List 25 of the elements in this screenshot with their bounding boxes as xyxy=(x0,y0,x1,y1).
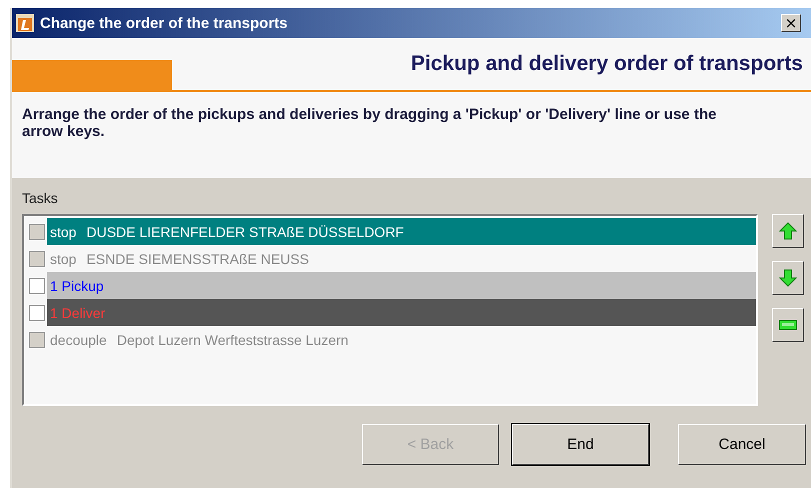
dialog-button[interactable]: Cancel xyxy=(678,424,806,465)
task-row[interactable]: 1 Pickup xyxy=(47,272,756,299)
arrow-down-icon xyxy=(778,268,798,288)
move-up-button[interactable] xyxy=(772,214,804,248)
task-action: 1 Deliver xyxy=(50,304,106,320)
checkbox[interactable] xyxy=(29,278,45,294)
task-action: 1 Pickup xyxy=(50,278,104,294)
window-title: Change the order of the transports xyxy=(40,14,288,32)
task-address: ESNDE SIEMENSSTRAßE NEUSS xyxy=(86,250,309,266)
task-address: Depot Luzern Werfteststrasse Luzern xyxy=(116,332,348,348)
tasks-label: Tasks xyxy=(22,190,59,206)
block-button[interactable] xyxy=(772,308,804,342)
app-logo-icon xyxy=(16,14,34,32)
task-action: decouple xyxy=(50,332,107,348)
arrow-up-icon xyxy=(778,221,798,241)
task-action: stop xyxy=(50,224,76,240)
close-button[interactable]: × xyxy=(781,14,801,32)
task-action: stop xyxy=(50,250,76,266)
rectangle-icon xyxy=(779,320,797,330)
move-down-button[interactable] xyxy=(772,261,804,295)
dialog-button[interactable]: End xyxy=(512,424,649,465)
task-address: DUSDE LIERENFELDER STRAßE DÜSSELDORF xyxy=(86,224,404,240)
checkbox[interactable] xyxy=(29,304,45,320)
instructions-text: Arrange the order of the pickups and deliveries by dragging a 'Pickup' or 'Delivery' line or use the arrow keys. xyxy=(21,105,718,140)
page-heading: Pickup and delivery order of transports xyxy=(410,52,804,76)
